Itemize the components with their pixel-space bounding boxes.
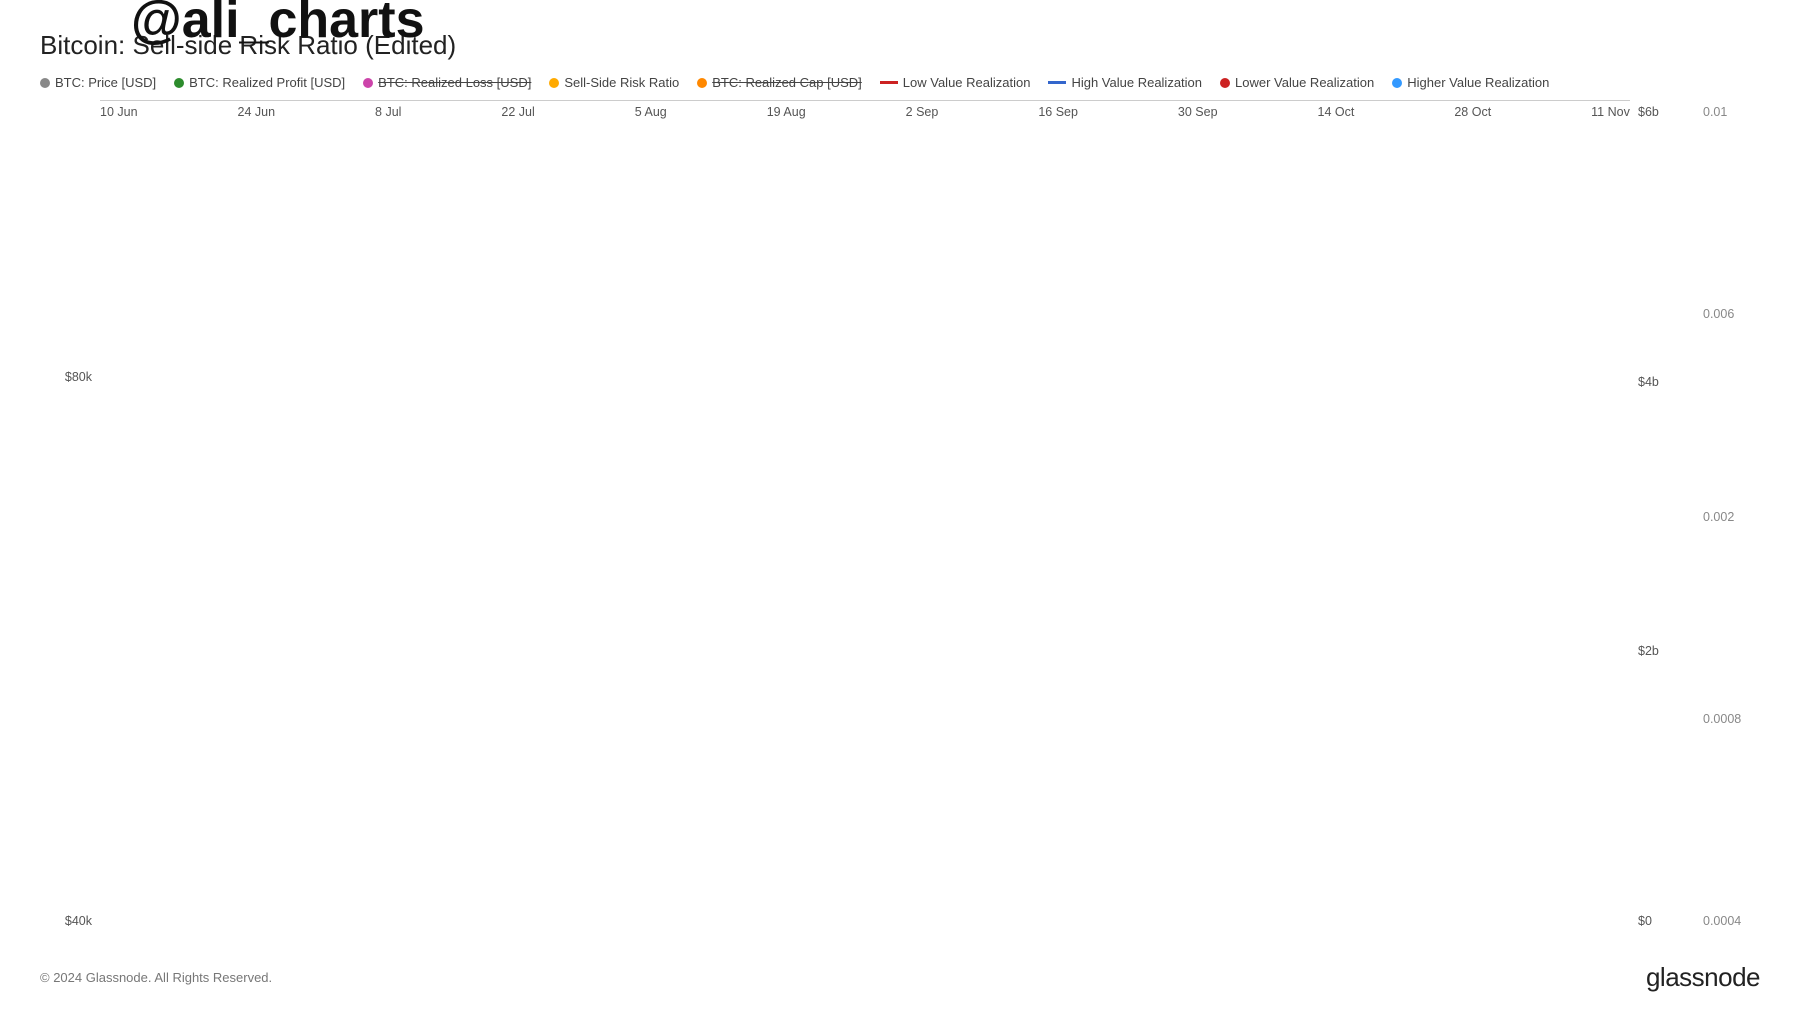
x-label-11nov: 11 Nov (1591, 105, 1630, 125)
y-right2-001: 0.01 (1703, 105, 1727, 119)
chart-area: $80k $40k @ali_charts (40, 100, 1760, 956)
y-right2-00004: 0.0004 (1703, 914, 1741, 928)
y-axis-left: $80k $40k (40, 100, 100, 956)
x-label-10jun: 10 Jun (100, 105, 138, 125)
legend-label-btc-price: BTC: Price [USD] (55, 75, 156, 90)
y-axis-right: $6b $4b $2b $0 (1630, 100, 1695, 956)
legend-btc-realized-cap: BTC: Realized Cap [USD] (697, 75, 862, 90)
x-label-14oct: 14 Oct (1318, 105, 1355, 125)
legend-dot-sell-side (549, 78, 559, 88)
legend-dot-lower-value (1220, 78, 1230, 88)
legend-btc-profit: BTC: Realized Profit [USD] (174, 75, 345, 90)
x-label-24jun: 24 Jun (238, 105, 276, 125)
footer-logo: glassnode (1646, 962, 1760, 993)
x-label-8jul: 8 Jul (375, 105, 401, 125)
legend-higher-value: Higher Value Realization (1392, 75, 1549, 90)
y-right-2b: $2b (1638, 644, 1659, 658)
y-right-0: $0 (1638, 914, 1652, 928)
legend-label-btc-profit: BTC: Realized Profit [USD] (189, 75, 345, 90)
y-right2-0006: 0.006 (1703, 307, 1734, 321)
x-label-30sep: 30 Sep (1178, 105, 1218, 125)
page-container: Bitcoin: Sell-side Risk Ratio (Edited) B… (0, 0, 1800, 1013)
y-axis-right2: 0.01 0.006 0.002 0.0008 0.0004 (1695, 100, 1760, 956)
legend-label-btc-loss: BTC: Realized Loss [USD] (378, 75, 531, 90)
legend-line-low-value (880, 81, 898, 84)
legend-lower-value: Lower Value Realization (1220, 75, 1374, 90)
legend-label-btc-realized-cap: BTC: Realized Cap [USD] (712, 75, 862, 90)
x-label-2sep: 2 Sep (906, 105, 939, 125)
legend-dot-btc-profit (174, 78, 184, 88)
legend-label-low-value: Low Value Realization (903, 75, 1031, 90)
legend-dot-btc-realized-cap (697, 78, 707, 88)
legend-label-lower-value: Lower Value Realization (1235, 75, 1374, 90)
legend: BTC: Price [USD] BTC: Realized Profit [U… (40, 75, 1760, 90)
footer: © 2024 Glassnode. All Rights Reserved. g… (40, 962, 1760, 993)
x-axis: 10 Jun 24 Jun 8 Jul 22 Jul 5 Aug 19 Aug … (100, 101, 1630, 125)
x-label-16sep: 16 Sep (1038, 105, 1078, 125)
y-right-4b: $4b (1638, 375, 1659, 389)
legend-label-higher-value: Higher Value Realization (1407, 75, 1549, 90)
legend-high-value: High Value Realization (1048, 75, 1202, 90)
footer-copyright: © 2024 Glassnode. All Rights Reserved. (40, 970, 272, 985)
chart-wrapper: @ali_charts (100, 100, 1630, 956)
y-left-40k: $40k (65, 914, 92, 928)
y-right2-0002: 0.002 (1703, 510, 1734, 524)
x-label-28oct: 28 Oct (1454, 105, 1491, 125)
x-label-19aug: 19 Aug (767, 105, 806, 125)
x-label-5aug: 5 Aug (635, 105, 667, 125)
chart-inner: @ali_charts (100, 100, 1630, 101)
y-right2-00008: 0.0008 (1703, 712, 1741, 726)
legend-line-high-value (1048, 81, 1066, 84)
legend-label-high-value: High Value Realization (1071, 75, 1202, 90)
x-label-22jul: 22 Jul (501, 105, 534, 125)
legend-dot-btc-loss (363, 78, 373, 88)
legend-low-value: Low Value Realization (880, 75, 1031, 90)
legend-btc-loss: BTC: Realized Loss [USD] (363, 75, 531, 90)
legend-btc-price: BTC: Price [USD] (40, 75, 156, 90)
legend-sell-side: Sell-Side Risk Ratio (549, 75, 679, 90)
legend-dot-btc-price (40, 78, 50, 88)
y-left-80k: $80k (65, 370, 92, 384)
page-title: Bitcoin: Sell-side Risk Ratio (Edited) (40, 30, 1760, 61)
y-right-6b: $6b (1638, 105, 1659, 119)
legend-dot-higher-value (1392, 78, 1402, 88)
legend-label-sell-side: Sell-Side Risk Ratio (564, 75, 679, 90)
